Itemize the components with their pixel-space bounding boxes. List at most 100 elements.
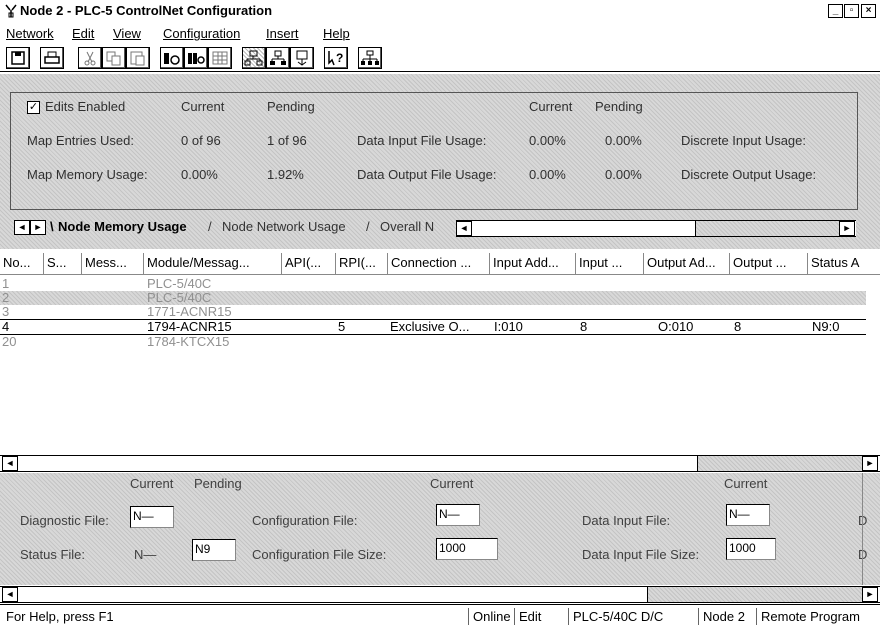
print-icon bbox=[44, 51, 60, 64]
configuration-file-current-field[interactable]: N— bbox=[436, 504, 480, 526]
summary-scroll-right-button[interactable]: ► bbox=[839, 221, 855, 236]
data-input-file-size-field[interactable]: 1000 bbox=[726, 538, 776, 560]
column-header-rpi[interactable]: RPI(... bbox=[336, 253, 388, 275]
menu-network[interactable]: Network bbox=[6, 26, 54, 41]
edits-enabled-checkbox[interactable]: ✓ bbox=[27, 101, 40, 114]
summary-horizontal-scrollbar[interactable]: ◄ ► bbox=[456, 220, 856, 237]
minimize-button[interactable]: _ bbox=[828, 4, 843, 18]
status-file-pending-field[interactable]: N9 bbox=[192, 539, 236, 561]
toolbar: ? bbox=[0, 44, 880, 72]
column-header-input-address[interactable]: Input Add... bbox=[490, 253, 576, 275]
menu-insert[interactable]: Insert bbox=[266, 26, 299, 41]
io-icon bbox=[164, 53, 180, 65]
current-header-1: Current bbox=[130, 476, 174, 491]
network-tree-icon bbox=[244, 50, 263, 66]
data-input-file-size-label: Data Input File Size: bbox=[582, 547, 700, 562]
menu-view[interactable]: View bbox=[113, 26, 141, 41]
data-input-usage-current: 0.00% bbox=[529, 133, 566, 148]
transfer-button[interactable] bbox=[290, 47, 314, 69]
help-button[interactable]: ? bbox=[324, 47, 348, 69]
summary-scroll-thumb[interactable] bbox=[472, 221, 696, 236]
maximize-button[interactable]: ▫ bbox=[844, 4, 859, 18]
panel-scroll-thumb[interactable] bbox=[18, 587, 648, 602]
diagnostic-file-current-field[interactable]: N— bbox=[130, 506, 174, 528]
row-no: 4 bbox=[2, 319, 10, 334]
summary-scroll-track[interactable] bbox=[696, 221, 840, 236]
save-icon bbox=[11, 51, 25, 65]
table-row[interactable]: 1 PLC-5/40C bbox=[0, 277, 866, 291]
panel-horizontal-scrollbar[interactable]: ◄ ► bbox=[0, 586, 880, 603]
multi-io-button[interactable] bbox=[184, 47, 208, 69]
column-header-api[interactable]: API(... bbox=[282, 253, 336, 275]
column-header-no[interactable]: No... bbox=[0, 253, 44, 275]
data-output-usage-current: 0.00% bbox=[529, 167, 566, 182]
close-button[interactable]: × bbox=[861, 4, 876, 18]
panel-scroll-right-button[interactable]: ► bbox=[862, 587, 878, 602]
panel-scroll-left-button[interactable]: ◄ bbox=[2, 587, 18, 602]
data-output-usage-pending: 0.00% bbox=[605, 167, 642, 182]
grid-scroll-left-button[interactable]: ◄ bbox=[2, 456, 18, 471]
grid-scroll-right-button[interactable]: ► bbox=[862, 456, 878, 471]
column-header-status[interactable]: S... bbox=[44, 253, 82, 275]
configuration-file-label: Configuration File: bbox=[252, 513, 358, 528]
grid-button[interactable] bbox=[208, 47, 232, 69]
col-current-label: Current bbox=[181, 99, 225, 114]
table-row[interactable]: 20 1784-KTCX15 bbox=[0, 335, 866, 349]
map-entries-pending: 1 of 96 bbox=[267, 133, 307, 148]
column-header-output-size[interactable]: Output ... bbox=[730, 253, 808, 275]
hierarchy-button[interactable] bbox=[266, 47, 290, 69]
col-pending-label: Pending bbox=[267, 99, 315, 114]
tab-node-network-usage[interactable]: / Node Network Usage bbox=[208, 219, 346, 237]
status-file-current: N— bbox=[134, 547, 157, 562]
column-header-module[interactable]: Module/Messag... bbox=[144, 253, 282, 275]
menu-help[interactable]: Help bbox=[323, 26, 350, 41]
cut-button[interactable] bbox=[78, 47, 102, 69]
copy-button[interactable] bbox=[102, 47, 126, 69]
panel-scroll-track[interactable] bbox=[648, 587, 862, 602]
row-no: 20 bbox=[2, 334, 17, 349]
io-button[interactable] bbox=[160, 47, 184, 69]
menu-edit[interactable]: Edit bbox=[72, 26, 94, 41]
menu-configuration[interactable]: Configuration bbox=[163, 26, 240, 41]
table-row[interactable]: 3 1771-ACNR15 bbox=[0, 305, 866, 319]
save-button[interactable] bbox=[6, 47, 30, 69]
column-header-status-address[interactable]: Status A bbox=[808, 253, 880, 275]
tab-scroll-left-button[interactable]: ◄ bbox=[14, 220, 30, 235]
tab-overall[interactable]: / Overall N bbox=[366, 219, 434, 237]
network-tree-button[interactable] bbox=[242, 47, 266, 69]
data-input-usage-label: Data Input File Usage: bbox=[357, 133, 487, 148]
row-connection: Exclusive O... bbox=[390, 319, 470, 334]
grid-scroll-thumb[interactable] bbox=[18, 456, 698, 471]
tab-node-network-usage-label: Node Network Usage bbox=[222, 219, 346, 234]
network-button[interactable] bbox=[358, 47, 382, 69]
configuration-file-size-field[interactable]: 1000 bbox=[436, 538, 498, 560]
cut-icon bbox=[84, 51, 96, 66]
row-no: 2 bbox=[2, 290, 10, 305]
map-memory-current: 0.00% bbox=[181, 167, 218, 182]
tab-scroll-right-button[interactable]: ► bbox=[30, 220, 46, 235]
app-icon[interactable] bbox=[4, 4, 18, 18]
tab-node-memory-usage[interactable]: \ Node Memory Usage bbox=[50, 219, 187, 237]
table-row[interactable]: 2 PLC-5/40C bbox=[0, 291, 866, 305]
row-input-address: I:010 bbox=[494, 319, 523, 334]
usage-summary-panel: ✓ Edits Enabled Current Pending Current … bbox=[10, 92, 858, 210]
summary-scroll-left-button[interactable]: ◄ bbox=[456, 221, 472, 236]
status-processor: PLC-5/40C D/C bbox=[568, 608, 663, 625]
paste-button[interactable] bbox=[126, 47, 150, 69]
grid-horizontal-scrollbar[interactable]: ◄ ► bbox=[0, 455, 880, 472]
grid-scroll-track[interactable] bbox=[698, 456, 862, 471]
table-row-selected[interactable]: 4 1794-ACNR15 5 Exclusive O... I:010 8 O… bbox=[0, 319, 866, 335]
column-header-output-address[interactable]: Output Ad... bbox=[644, 253, 730, 275]
column-header-connection[interactable]: Connection ... bbox=[388, 253, 490, 275]
status-mode: Edit bbox=[514, 608, 541, 625]
data-input-file-current-field[interactable]: N— bbox=[726, 504, 770, 526]
column-header-message[interactable]: Mess... bbox=[82, 253, 144, 275]
tab-strip: ◄ ► \ Node Memory Usage / Node Network Usa… bbox=[10, 218, 860, 238]
map-entries-current: 0 of 96 bbox=[181, 133, 221, 148]
print-button[interactable] bbox=[40, 47, 64, 69]
status-node: Node 2 bbox=[698, 608, 745, 625]
column-header-input-size[interactable]: Input ... bbox=[576, 253, 644, 275]
row-rpi: 5 bbox=[338, 319, 346, 334]
module-grid: No... S... Mess... Module/Messag... API(… bbox=[0, 253, 880, 459]
col-pending-label-2: Pending bbox=[595, 99, 643, 114]
